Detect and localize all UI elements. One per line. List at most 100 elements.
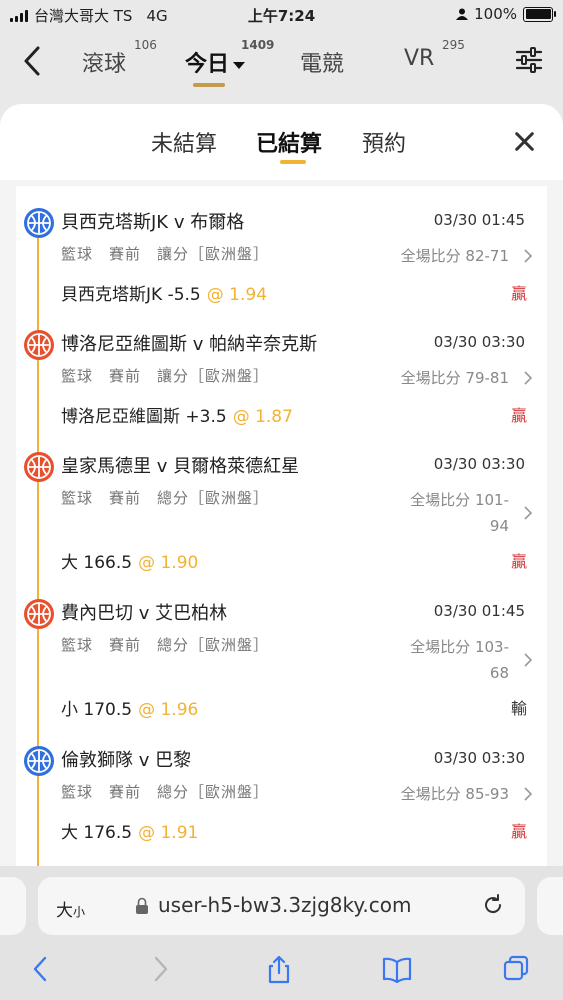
- odds: @ 1.87: [232, 407, 293, 427]
- bet-meta: 籃球 賽前 總分［歐洲盤］: [61, 636, 270, 654]
- result-badge: 贏: [510, 284, 527, 303]
- selection-text: 貝西克塔斯JK -5.5: [61, 285, 201, 305]
- final-score: 全場比分 79-81: [401, 365, 509, 391]
- score-label: 全場比分: [410, 638, 471, 656]
- tabs-icon[interactable]: [501, 954, 531, 984]
- score-value: 85-93: [465, 785, 509, 803]
- score-value: 94: [489, 517, 509, 535]
- odds: @ 1.94: [206, 285, 268, 305]
- sheet-header: 未結算 已結算 預約: [0, 104, 563, 180]
- url-text: user-h5-bw3.3zjg8ky.com: [158, 893, 412, 917]
- result-badge: 贏: [510, 552, 527, 571]
- match-time: 03/30 01:45: [433, 602, 525, 620]
- prev-tab-preview[interactable]: [0, 877, 26, 935]
- basketball-league-logo-icon: [24, 599, 54, 629]
- status-bar: 台灣大哥大 TS 4G 上午7:24 100%: [0, 0, 563, 28]
- final-score: 全場比分 103- 68: [410, 634, 509, 686]
- tab-label: 未結算: [151, 132, 218, 157]
- result-badge: 贏: [510, 822, 527, 841]
- bet-selection: 貝西克塔斯JK -5.5 @ 1.94: [61, 280, 267, 305]
- odds: @ 1.90: [138, 553, 199, 573]
- bookmarks-icon[interactable]: [382, 954, 412, 984]
- tab-label: VR: [404, 46, 435, 71]
- score-value: 68: [489, 664, 509, 682]
- tab-vr[interactable]: VR 295: [404, 38, 465, 71]
- close-icon[interactable]: [513, 130, 535, 152]
- score-value: 103-: [474, 638, 509, 656]
- match-time: 03/30 03:30: [433, 455, 525, 473]
- score-label: 全場比分: [400, 369, 461, 387]
- caret-down-icon: [233, 61, 246, 69]
- basketball-league-logo-icon: [24, 746, 54, 776]
- active-underline: [193, 83, 225, 87]
- bet-meta: 籃球 賽前 讓分［歐洲盤］: [61, 367, 270, 385]
- tab-settled[interactable]: 已結算: [256, 126, 323, 164]
- chevron-right-icon[interactable]: [521, 506, 535, 520]
- bet-history-sheet: 未結算 已結算 預約 貝西克塔斯JK v 布爾格 03/30 01:45 籃球 …: [0, 104, 563, 904]
- tab-unsettled[interactable]: 未結算: [151, 126, 217, 158]
- selection-text: 小 170.5: [61, 700, 133, 720]
- tab-label: 已結算: [256, 132, 323, 157]
- tab-label: 預約: [362, 132, 407, 157]
- match-time: 03/30 01:45: [433, 211, 525, 229]
- bet-meta: 籃球 賽前 讓分［歐洲盤］: [61, 245, 270, 263]
- bet-meta: 籃球 賽前 總分［歐洲盤］: [61, 783, 270, 801]
- forward-nav-icon[interactable]: [145, 954, 175, 984]
- selection-text: 大 176.5: [61, 823, 133, 843]
- reload-icon[interactable]: [481, 893, 505, 917]
- match-time: 03/30 03:30: [433, 333, 525, 351]
- selection-text: 大 166.5: [61, 553, 133, 573]
- result-badge: 輸: [510, 699, 527, 718]
- match-title: 皇家馬德里 v 貝爾格萊德紅星: [61, 456, 300, 477]
- match-title: 博洛尼亞維圖斯 v 帕納辛奈克斯: [61, 334, 318, 355]
- basketball-league-logo-icon: [24, 452, 54, 482]
- back-arrow-icon[interactable]: [20, 44, 44, 78]
- score-value: 79-81: [465, 369, 509, 387]
- basketball-league-logo-icon: [24, 330, 54, 360]
- chevron-right-icon[interactable]: [521, 249, 535, 263]
- text-size-small: 小: [73, 905, 86, 919]
- chevron-right-icon[interactable]: [521, 371, 535, 385]
- match-time: 03/30 03:30: [433, 749, 525, 767]
- bet-selection: 小 170.5 @ 1.96: [61, 695, 198, 720]
- address-bar[interactable]: 大小 user-h5-bw3.3zjg8ky.com: [38, 877, 525, 935]
- active-underline: [280, 160, 306, 164]
- score-label: 全場比分: [400, 785, 461, 803]
- match-title: 貝西克塔斯JK v 布爾格: [61, 212, 245, 233]
- battery-percent: 100%: [474, 5, 517, 23]
- score-label: 全場比分: [410, 491, 471, 509]
- chevron-right-icon[interactable]: [521, 787, 535, 801]
- text-size-button[interactable]: 大小: [56, 896, 85, 921]
- next-tab-preview[interactable]: [537, 877, 563, 935]
- selection-text: 博洛尼亞維圖斯 +3.5: [61, 407, 227, 427]
- share-icon[interactable]: [264, 954, 294, 984]
- bet-selection: 博洛尼亞維圖斯 +3.5 @ 1.87: [61, 402, 293, 427]
- tab-today[interactable]: 今日 1409: [185, 38, 274, 87]
- tab-label: 電競: [300, 52, 345, 77]
- bet-selection: 大 166.5 @ 1.90: [61, 548, 198, 573]
- chevron-right-icon[interactable]: [521, 653, 535, 667]
- result-badge: 贏: [510, 406, 527, 425]
- match-title: 費內巴切 v 艾巴柏林: [61, 603, 228, 624]
- top-nav: 滾球 106 今日 1409 電競 VR 295: [0, 28, 563, 100]
- score-label: 全場比分: [400, 247, 461, 265]
- score-value: 101-: [474, 491, 509, 509]
- back-nav-icon[interactable]: [26, 954, 56, 984]
- bet-list: 貝西克塔斯JK v 布爾格 03/30 01:45 籃球 賽前 讓分［歐洲盤］ …: [16, 186, 547, 904]
- tab-live[interactable]: 滾球 106: [82, 38, 157, 78]
- tab-label: 今日: [185, 52, 230, 77]
- filter-sliders-icon[interactable]: [515, 46, 543, 74]
- timeline-line: [37, 226, 39, 904]
- final-score: 全場比分 82-71: [401, 243, 509, 269]
- tab-label: 滾球: [82, 52, 127, 77]
- text-size-label: 大: [56, 901, 73, 921]
- basketball-league-logo-icon: [24, 208, 54, 238]
- tab-esports[interactable]: 電競: [300, 46, 344, 78]
- tab-count: 1409: [241, 38, 275, 52]
- final-score: 全場比分 101- 94: [410, 487, 509, 539]
- tab-reserved[interactable]: 預約: [362, 126, 406, 158]
- final-score: 全場比分 85-93: [401, 781, 509, 807]
- person-icon: [456, 8, 469, 20]
- browser-toolbar: 大小 user-h5-bw3.3zjg8ky.com: [0, 866, 563, 1000]
- odds: @ 1.96: [138, 700, 199, 720]
